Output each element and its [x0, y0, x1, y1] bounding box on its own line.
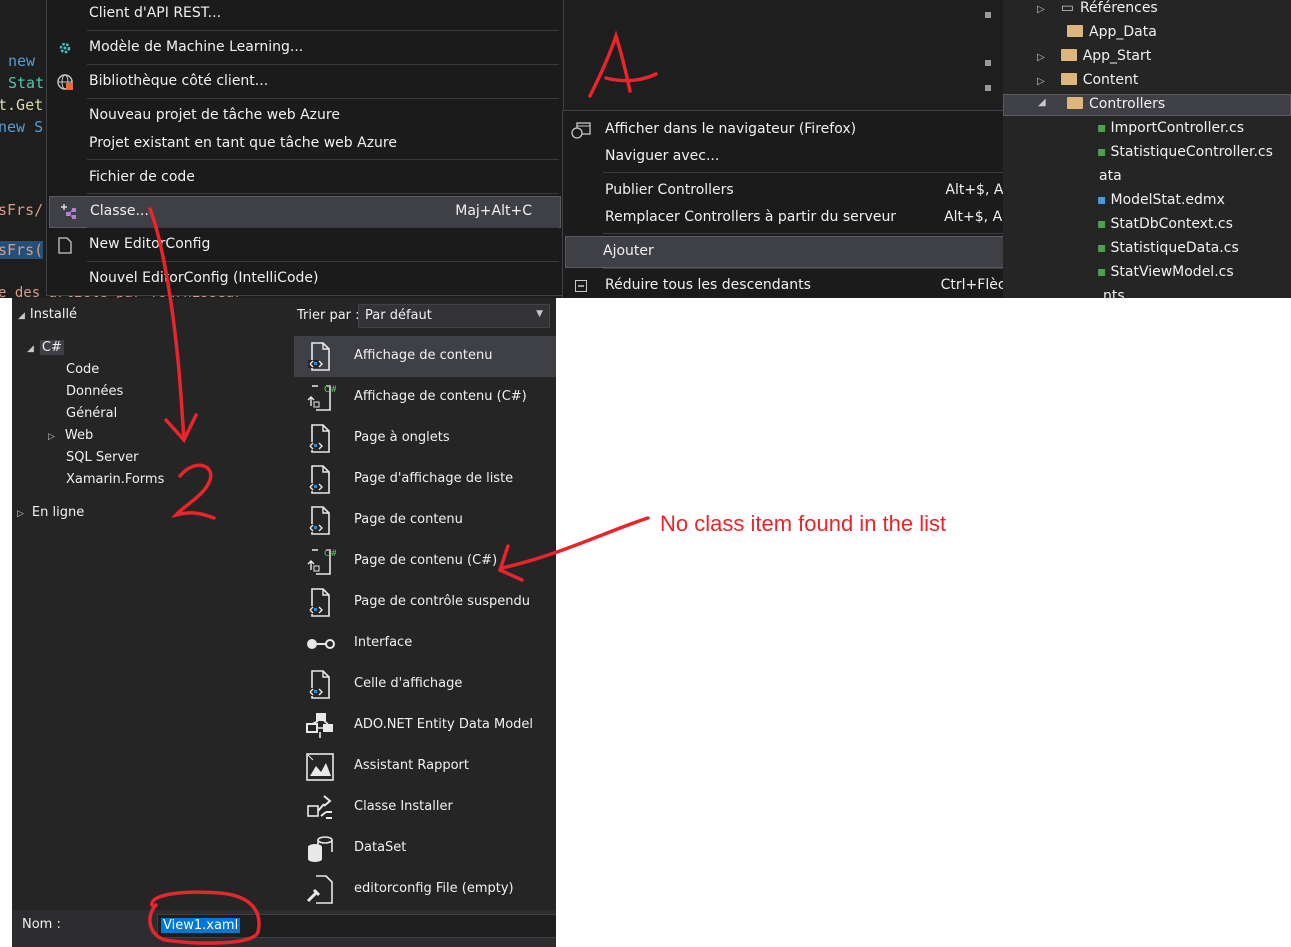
annotation-arrow-down: [148, 207, 186, 440]
annotation-mark-1: [588, 30, 658, 98]
annotation-mark-2: [170, 463, 216, 520]
annotation-arrow-left: [500, 516, 650, 570]
annotation-circle: [148, 890, 261, 945]
annotation-layer: [148, 30, 658, 945]
annotation-note: No class item found in the list: [660, 511, 947, 536]
